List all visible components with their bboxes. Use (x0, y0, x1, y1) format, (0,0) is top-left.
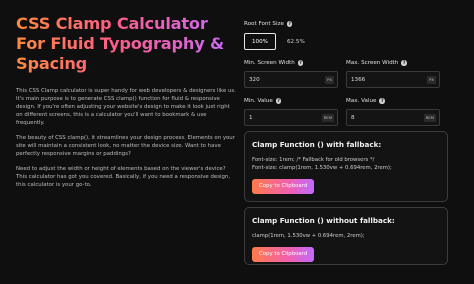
min-value-label-text: Min. Value (244, 98, 273, 104)
min-screen-label: Min. Screen Width ? (244, 59, 338, 67)
min-value-label: Min. Value ? (244, 97, 338, 105)
info-icon[interactable]: ? (379, 98, 385, 104)
copy-nofallback-button[interactable]: Copy to Clipboard (252, 246, 315, 262)
max-value-field: Max. Value ? 8 REM (346, 97, 440, 126)
screen-width-row: Min. Screen Width ? 320 PX Max. Screen W… (244, 59, 440, 88)
max-screen-input[interactable]: 1366 PX (346, 71, 440, 88)
root-option-62-5[interactable]: 62.5% (280, 33, 312, 50)
intro-section: CSS Clamp Calculator For Fluid Typograph… (16, 14, 236, 189)
root-font-size-label-text: Root Font Size (244, 21, 284, 27)
fallback-code-line-1: Font-size: 1rem; /* Fallback for old bro… (252, 157, 375, 163)
info-icon[interactable]: ? (297, 60, 304, 66)
title-line-1: CSS Clamp Calculator (16, 14, 208, 33)
info-icon[interactable]: ? (286, 21, 293, 27)
intro-paragraph-2: The beauty of CSS clamp(), it streamline… (16, 135, 235, 157)
px-unit-badge: PX (325, 75, 334, 84)
max-screen-label: Max. Screen Width ? (346, 59, 440, 67)
nofallback-card-title: Clamp Function () without fallback: (252, 216, 395, 225)
nofallback-output-card: Clamp Function () without fallback: clam… (244, 207, 448, 265)
info-icon[interactable]: ? (401, 60, 407, 66)
px-unit-badge: PX (427, 75, 436, 84)
min-value-input[interactable]: 1 REM (244, 109, 338, 126)
page-title: CSS Clamp Calculator For Fluid Typograph… (16, 14, 236, 74)
nofallback-code-line: clamp(1rem, 1.530vw + 0.694rem, 2rem); (252, 233, 365, 239)
min-value-value: 1 (249, 114, 253, 121)
calculator-form: Root Font Size ? 100% 62.5% Min. Screen … (244, 20, 440, 126)
intro-paragraph-3: Need to adjust the width or height of el… (16, 166, 231, 188)
max-value-value: 8 (351, 114, 355, 121)
max-screen-field: Max. Screen Width ? 1366 PX (346, 59, 440, 88)
value-row: Min. Value ? 1 REM Max. Value ? 8 REM (244, 97, 440, 126)
min-screen-input[interactable]: 320 PX (244, 71, 338, 88)
rem-unit-badge: REM (423, 113, 436, 122)
max-value-label-text: Max. Value (346, 98, 377, 104)
root-font-size-toggle: 100% 62.5% (244, 33, 440, 50)
info-icon[interactable]: ? (275, 98, 282, 104)
min-value-field: Min. Value ? 1 REM (244, 97, 338, 126)
min-screen-label-text: Min. Screen Width (244, 60, 295, 66)
intro-paragraph-1: This CSS Clamp calculator is super handy… (16, 88, 236, 126)
fallback-output-card: Clamp Function () with fallback: Font-si… (244, 131, 448, 202)
fallback-code-line-2: Font-size: clamp(1rem, 1.530vw + 0.694re… (252, 165, 392, 171)
root-option-100[interactable]: 100% (244, 33, 276, 50)
min-screen-field: Min. Screen Width ? 320 PX (244, 59, 338, 88)
fallback-card-title: Clamp Function () with fallback: (252, 140, 382, 149)
max-screen-value: 1366 (351, 76, 366, 83)
title-line-3: Spacing (16, 54, 88, 73)
min-screen-value: 320 (249, 76, 260, 83)
copy-fallback-button[interactable]: Copy to Clipboard (252, 178, 315, 194)
max-value-label: Max. Value ? (346, 97, 440, 105)
max-screen-label-text: Max. Screen Width (346, 60, 399, 66)
root-font-size-label: Root Font Size ? (244, 20, 440, 28)
title-line-2: For Fluid Typography & (16, 34, 224, 53)
rem-unit-badge: REM (321, 113, 334, 122)
max-value-input[interactable]: 8 REM (346, 109, 440, 126)
